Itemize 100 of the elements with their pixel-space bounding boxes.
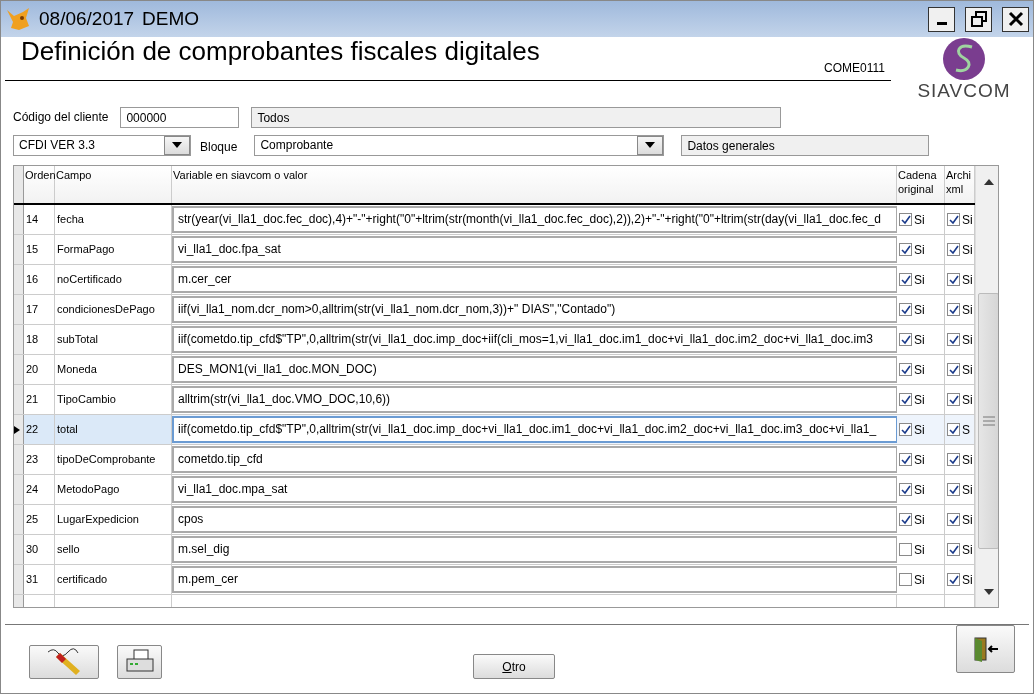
table-row[interactable]: 25 LugarExpedicion cpos Si Si bbox=[14, 505, 975, 535]
exit-button[interactable] bbox=[956, 625, 1015, 673]
checkbox-label: Si bbox=[914, 212, 925, 227]
checkbox[interactable] bbox=[947, 423, 960, 436]
value-field[interactable]: iif(cometdo.tip_cfd$"TP",0,alltrim(str(vi_lla1_doc.imp_doc+iif(cli_mos=1,vi_lla1_doc.im1_doc+vi_lla1_doc.im2_doc+vi_lla1_doc.im3 bbox=[172, 326, 897, 353]
table-row[interactable]: 16 noCertificado m.cer_cer Si Si bbox=[14, 265, 975, 295]
table-cell: 18 bbox=[24, 325, 55, 354]
checkmark-icon bbox=[900, 514, 911, 525]
checkbox[interactable] bbox=[947, 483, 960, 496]
checkmark-icon bbox=[948, 304, 959, 315]
checkbox-label: Si bbox=[914, 272, 925, 287]
table-row[interactable]: 15 FormaPago vi_lla1_doc.fpa_sat Si Si bbox=[14, 235, 975, 265]
logo-text: SIAVCOM bbox=[917, 81, 1011, 101]
checkbox-label: Si bbox=[962, 482, 973, 497]
checkbox[interactable] bbox=[899, 303, 912, 316]
checkbox[interactable] bbox=[899, 453, 912, 466]
checkmark-icon bbox=[948, 364, 959, 375]
checkbox[interactable] bbox=[899, 423, 912, 436]
value-field[interactable]: str(year(vi_lla1_doc.fec_doc),4)+"-"+right("0"+ltrim(str(month(vi_lla1_doc.fec_doc),2)),2)+"-"+right("0"+ltrim(str(day(vi_lla1_doc.fec_d bbox=[172, 206, 897, 233]
checkbox-label: Si bbox=[962, 512, 973, 527]
checkmark-icon bbox=[948, 454, 959, 465]
value-field[interactable]: m.pem_cer bbox=[172, 566, 897, 593]
checkbox[interactable] bbox=[947, 393, 960, 406]
table-row[interactable]: 21 TipoCambio alltrim(str(vi_lla1_doc.VMO_DOC,10,6)) Si Si bbox=[14, 385, 975, 415]
other-button[interactable]: Otro bbox=[473, 654, 555, 679]
section-field: Datos generales bbox=[681, 134, 930, 156]
checkbox[interactable] bbox=[947, 573, 960, 586]
scroll-down-icon bbox=[982, 588, 995, 596]
table-cell: 31 bbox=[24, 565, 55, 594]
value-field[interactable]: m.sel_dig bbox=[172, 536, 897, 563]
version-dropdown[interactable]: CFDI VER 3.3 bbox=[13, 134, 191, 156]
restore-button[interactable] bbox=[965, 6, 992, 32]
checkbox[interactable] bbox=[899, 513, 912, 526]
block-dropdown[interactable]: Comprobante bbox=[254, 134, 665, 156]
checkbox-label: Si bbox=[914, 542, 925, 557]
value-field[interactable]: alltrim(str(vi_lla1_doc.VMO_DOC,10,6)) bbox=[172, 386, 897, 413]
screen-code: COME0111 bbox=[824, 61, 885, 75]
value-field[interactable]: cometdo.tip_cfd bbox=[172, 446, 897, 473]
column-header[interactable]: Cadena original bbox=[897, 166, 945, 203]
checkbox[interactable] bbox=[899, 363, 912, 376]
checkbox[interactable] bbox=[947, 303, 960, 316]
client-code-field[interactable]: 000000 bbox=[120, 106, 240, 128]
checkmark-icon bbox=[900, 484, 911, 495]
checkbox[interactable] bbox=[947, 453, 960, 466]
checkbox-label: Si bbox=[914, 332, 925, 347]
checkbox[interactable] bbox=[947, 363, 960, 376]
column-header[interactable]: Campo bbox=[55, 166, 172, 203]
close-button[interactable] bbox=[1002, 6, 1029, 32]
table-cell: 30 bbox=[24, 535, 55, 564]
dropdown-button[interactable] bbox=[637, 135, 664, 155]
checkbox-label: S bbox=[962, 422, 970, 437]
checkbox[interactable] bbox=[947, 213, 960, 226]
eraser-button[interactable] bbox=[29, 645, 99, 679]
table-row[interactable]: 20 Moneda DES_MON1(vi_lla1_doc.MON_DOC) Si Si bbox=[14, 355, 975, 385]
checkbox[interactable] bbox=[899, 273, 912, 286]
checkbox[interactable] bbox=[947, 513, 960, 526]
checkmark-icon bbox=[900, 304, 911, 315]
checkbox-label: Si bbox=[914, 242, 925, 257]
value-field[interactable]: m.cer_cer bbox=[172, 266, 897, 293]
table-row[interactable]: 31 certificado m.pem_cer Si Si bbox=[14, 565, 975, 595]
checkbox[interactable] bbox=[947, 273, 960, 286]
checkbox[interactable] bbox=[899, 243, 912, 256]
checkbox[interactable] bbox=[899, 543, 912, 556]
table-row[interactable]: 30 sello m.sel_dig Si Si bbox=[14, 535, 975, 565]
table-row[interactable]: 23 tipoDeComprobante cometdo.tip_cfd Si Si bbox=[14, 445, 975, 475]
checkbox[interactable] bbox=[899, 483, 912, 496]
checkmark-icon bbox=[948, 574, 959, 585]
scrollbar[interactable] bbox=[975, 166, 998, 607]
checkbox[interactable] bbox=[899, 333, 912, 346]
scroll-up-icon bbox=[982, 177, 995, 185]
table-row[interactable]: 17 condicionesDePago iif(vi_lla1_nom.dcr_nom>0,alltrim(str(vi_lla1_nom.dcr_nom,3))+" DIAS","Contado") Si Si bbox=[14, 295, 975, 325]
checkbox-label: Si bbox=[914, 362, 925, 377]
checkbox[interactable] bbox=[947, 333, 960, 346]
checkbox-label: Si bbox=[914, 422, 925, 437]
checkbox[interactable] bbox=[899, 213, 912, 226]
value-field[interactable]: DES_MON1(vi_lla1_doc.MON_DOC) bbox=[172, 356, 897, 383]
value-field[interactable]: iif(vi_lla1_nom.dcr_nom>0,alltrim(str(vi_lla1_nom.dcr_nom,3))+" DIAS","Contado") bbox=[172, 296, 897, 323]
scroll-thumb[interactable] bbox=[978, 293, 998, 549]
fox-icon bbox=[5, 6, 31, 32]
value-field[interactable]: vi_lla1_doc.mpa_sat bbox=[172, 476, 897, 503]
minimize-button[interactable] bbox=[928, 6, 955, 32]
column-header[interactable]: Orden bbox=[24, 166, 55, 203]
table-cell: 24 bbox=[24, 475, 55, 504]
checkmark-icon bbox=[948, 424, 959, 435]
table-row[interactable]: 22 total iif(cometdo.tip_cfd$"TP",0,alltrim(str(vi_lla1_doc.imp_doc+vi_lla1_doc.im1_doc+vi_lla1_doc.im2_doc+vi_lla1_doc.im3_doc+vi_lla1_ Si S bbox=[14, 415, 975, 445]
row-selector[interactable] bbox=[14, 415, 24, 444]
table-row[interactable]: 24 MetodoPago vi_lla1_doc.mpa_sat Si Si bbox=[14, 475, 975, 505]
checkbox[interactable] bbox=[947, 543, 960, 556]
checkbox[interactable] bbox=[899, 393, 912, 406]
window-mode: DEMO bbox=[142, 8, 200, 30]
table-row[interactable]: 18 subTotal iif(cometdo.tip_cfd$"TP",0,alltrim(str(vi_lla1_doc.imp_doc+iif(cli_mos=1,vi_lla1_doc.im1_doc+vi_lla1_doc.im2_doc+vi_lla1_doc.im3 Si Si bbox=[14, 325, 975, 355]
table-row[interactable]: 14 fecha str(year(vi_lla1_doc.fec_doc),4)+"-"+right("0"+ltrim(str(month(vi_lla1_doc.fec_doc),2)),2)+"-"+right("0"+ltrim(str(day(vi_lla1_doc.fec_d Si Si bbox=[14, 205, 975, 235]
print-button[interactable] bbox=[117, 645, 162, 679]
dropdown-button[interactable] bbox=[164, 135, 190, 155]
value-field[interactable]: iif(cometdo.tip_cfd$"TP",0,alltrim(str(vi_lla1_doc.imp_doc+vi_lla1_doc.im1_doc+vi_lla1_doc.im2_doc+vi_lla1_doc.im3_doc+vi_lla1_ bbox=[172, 416, 897, 443]
checkbox[interactable] bbox=[899, 573, 912, 586]
value-field[interactable]: cpos bbox=[172, 506, 897, 533]
checkbox[interactable] bbox=[947, 243, 960, 256]
column-header[interactable]: Variable en siavcom o valor bbox=[172, 166, 897, 203]
value-field[interactable]: vi_lla1_doc.fpa_sat bbox=[172, 236, 897, 263]
